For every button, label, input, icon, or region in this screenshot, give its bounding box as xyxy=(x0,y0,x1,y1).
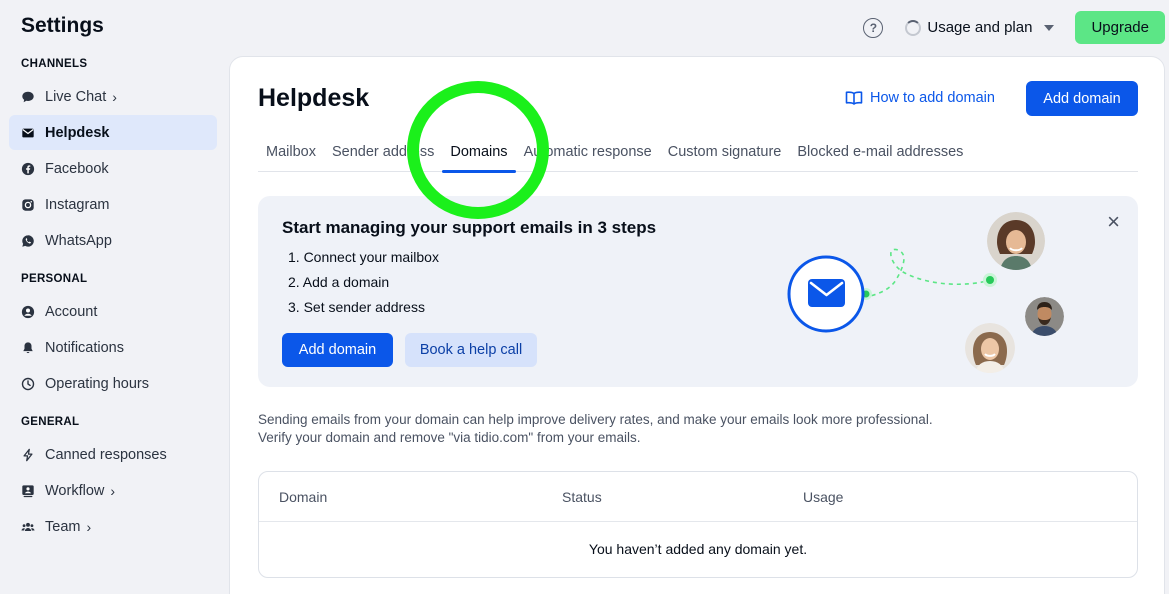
upgrade-button[interactable]: Upgrade xyxy=(1075,11,1165,44)
tab-bar: Mailbox Sender address Domains Automatic… xyxy=(258,140,1138,173)
sidebar-item-helpdesk[interactable]: Helpdesk xyxy=(9,115,217,150)
sidebar-item-team[interactable]: Team › xyxy=(9,509,217,544)
onboarding-step: 3. Set sender address xyxy=(288,299,425,315)
onboarding-step: 1. Connect your mailbox xyxy=(288,249,439,265)
sidebar-item-canned-responses[interactable]: Canned responses xyxy=(9,437,217,472)
sidebar-item-label: Notifications xyxy=(45,339,124,356)
usage-label: Usage and plan xyxy=(927,19,1033,36)
sidebar-item-label: Helpdesk xyxy=(45,124,110,141)
avatar-woman-smiling xyxy=(965,323,1015,373)
domains-table: Domain Status Usage You haven’t added an… xyxy=(258,471,1138,578)
sidebar-item-live-chat[interactable]: Live Chat › xyxy=(9,79,217,114)
description-line: Sending emails from your domain can help… xyxy=(258,412,933,427)
onboarding-step: 2. Add a domain xyxy=(288,274,390,290)
sidebar-item-account[interactable]: Account xyxy=(9,294,217,329)
onboarding-card-title: Start managing your support emails in 3 … xyxy=(282,218,657,237)
avatar-man-beard xyxy=(1025,297,1064,336)
sidebar-item-label: Workflow xyxy=(45,482,105,499)
book-help-call-button[interactable]: Book a help call xyxy=(405,333,537,367)
table-empty-state: You haven’t added any domain yet. xyxy=(588,541,808,557)
sidebar-item-label: Canned responses xyxy=(45,446,167,463)
instagram-icon xyxy=(21,198,35,212)
sidebar-item-whatsapp[interactable]: WhatsApp xyxy=(9,223,217,258)
tab-blocked-email-addresses[interactable]: Blocked e-mail addresses xyxy=(789,140,971,172)
workflow-icon xyxy=(21,484,35,498)
usage-and-plan-dropdown[interactable]: Usage and plan xyxy=(905,19,1055,36)
how-to-add-domain-label: How to add domain xyxy=(870,90,995,106)
user-icon xyxy=(21,305,35,319)
lightning-icon xyxy=(21,448,35,462)
clock-icon xyxy=(21,377,35,391)
topbar-actions: ? Usage and plan Upgrade xyxy=(863,11,1165,44)
sidebar-section-personal: PERSONAL xyxy=(21,273,88,285)
sidebar-item-label: Instagram xyxy=(45,196,110,213)
add-domain-button[interactable]: Add domain xyxy=(1026,81,1138,116)
sidebar-section-channels: CHANNELS xyxy=(21,58,88,70)
tab-sender-address[interactable]: Sender address xyxy=(324,140,442,172)
question-circle-icon[interactable]: ? xyxy=(863,17,884,38)
how-to-add-domain-link[interactable]: How to add domain xyxy=(845,90,995,106)
app-title: Settings xyxy=(21,14,104,37)
chevron-right-icon: › xyxy=(110,482,116,499)
table-divider xyxy=(259,521,1137,522)
column-header-domain: Domain xyxy=(279,489,328,505)
onboarding-steps-list: 1. Connect your mailbox 2. Add a domain … xyxy=(288,248,439,323)
sidebar-item-label: Operating hours xyxy=(45,375,149,392)
chevron-down-icon xyxy=(1044,24,1055,31)
sidebar-item-instagram[interactable]: Instagram xyxy=(9,187,217,222)
sidebar-item-label: Team xyxy=(45,518,81,535)
sidebar-item-notifications[interactable]: Notifications xyxy=(9,330,217,365)
sidebar-item-operating-hours[interactable]: Operating hours xyxy=(9,366,217,401)
tab-custom-signature[interactable]: Custom signature xyxy=(660,140,790,172)
column-header-usage: Usage xyxy=(803,489,844,505)
sidebar-item-label: WhatsApp xyxy=(45,232,112,249)
sidebar-item-label: Live Chat xyxy=(45,88,107,105)
whatsapp-icon xyxy=(21,234,35,248)
page-title: Helpdesk xyxy=(258,84,370,112)
book-icon xyxy=(845,91,863,105)
team-icon xyxy=(21,520,35,534)
sidebar-item-label: Account xyxy=(45,303,98,320)
domain-description: Sending emails from your domain can help… xyxy=(258,411,933,447)
card-add-domain-button[interactable]: Add domain xyxy=(282,333,393,367)
facebook-icon xyxy=(21,162,35,176)
main-panel: Helpdesk How to add domain Add domain Ma… xyxy=(229,56,1165,594)
bell-icon xyxy=(21,341,35,355)
onboarding-illustration xyxy=(778,202,1078,382)
chevron-right-icon: › xyxy=(112,88,117,105)
sidebar-section-general: GENERAL xyxy=(21,416,80,428)
onboarding-card: Start managing your support emails in 3 … xyxy=(258,196,1138,387)
sidebar: CHANNELS Live Chat › Helpdesk Facebook I… xyxy=(0,58,229,558)
envelope-icon xyxy=(21,126,35,140)
sidebar-item-facebook[interactable]: Facebook xyxy=(9,151,217,186)
avatar-woman-curly xyxy=(987,212,1045,270)
chevron-right-icon: › xyxy=(86,518,92,535)
sidebar-item-label: Facebook xyxy=(45,160,109,177)
tab-mailbox[interactable]: Mailbox xyxy=(258,140,324,172)
tab-domains[interactable]: Domains xyxy=(442,140,516,173)
description-line: Verify your domain and remove "via tidio… xyxy=(258,430,641,445)
column-header-status: Status xyxy=(562,489,602,505)
usage-ring-icon xyxy=(905,19,922,36)
tab-automatic-response[interactable]: Automatic response xyxy=(516,140,660,172)
close-icon[interactable]: × xyxy=(1107,211,1120,233)
sidebar-item-workflow[interactable]: Workflow › xyxy=(9,473,217,508)
chat-bubble-icon xyxy=(21,90,35,104)
